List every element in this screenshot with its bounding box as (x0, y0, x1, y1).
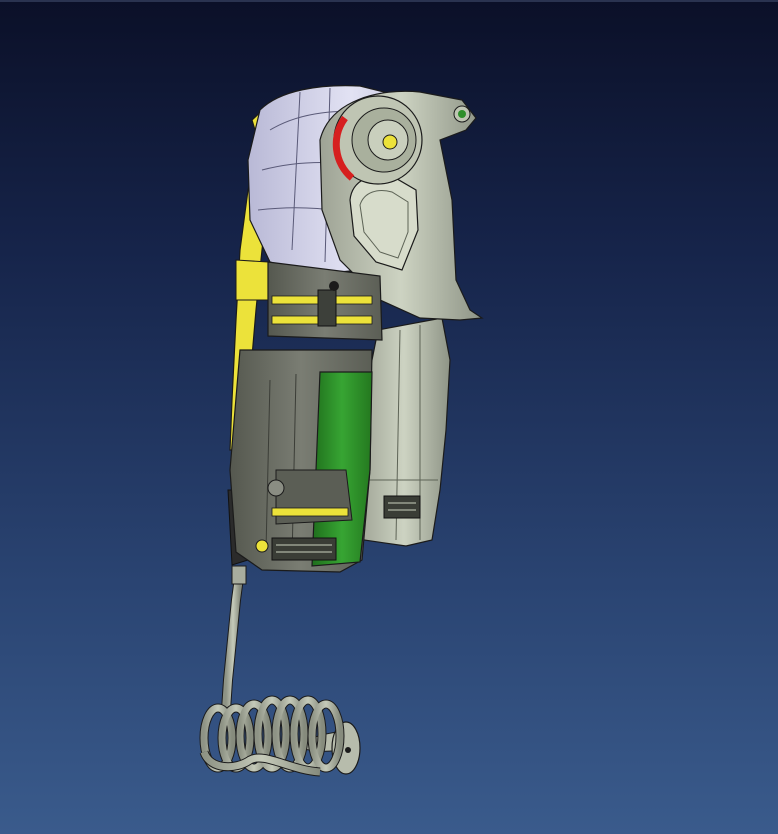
3d-viewport[interactable] (0, 0, 778, 834)
motor-housing (229, 349, 373, 573)
coiled-cord (199, 695, 361, 777)
drill-model-icon[interactable] (0, 0, 778, 834)
power-cable (221, 565, 247, 711)
vent-band (267, 261, 383, 341)
